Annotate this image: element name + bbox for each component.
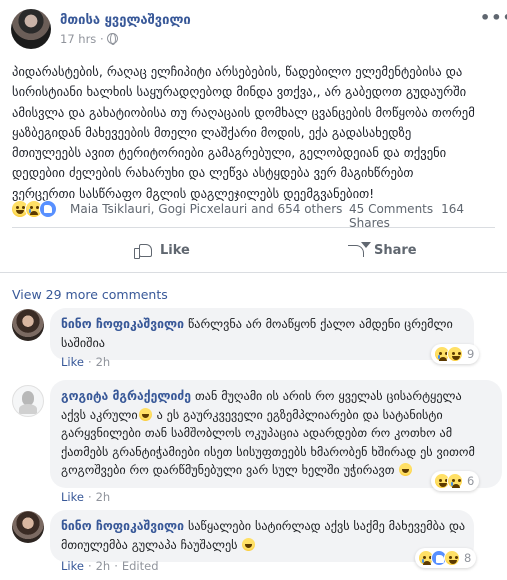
haha-icon [444,550,460,566]
commenter-avatar[interactable] [12,309,44,341]
comment-bubble: ნინო ჩოფიკაშვილი საწყალები სატირლად აქვს … [50,510,474,562]
commenter-avatar[interactable] [12,511,44,543]
share-arrow-icon [348,241,366,259]
comment-author[interactable]: გოგიტა მგრაქელიძე [61,389,191,403]
comment-like-link[interactable]: Like [61,490,84,504]
facebook-post: მთისა ყველაშვილი 17 hrs · ••• პიდარასტებ… [0,0,507,580]
comment-reactions[interactable]: 6 [431,471,480,491]
comment-reaction-count: 8 [464,551,472,565]
post-text: პიდარასტების, რაღაც ელჩიპიტი არსებების, … [12,62,500,204]
comment-bubble: ნინო ჩოფიკაშვილი წარლვნა არ მოაწყონ ქალო … [50,308,474,360]
comment-reaction-count: 6 [467,474,475,488]
comment-time[interactable]: 2h [96,559,111,573]
comment-like-link[interactable]: Like [61,355,84,369]
comment-text: ა ეს გაურკვეველი ეგზემპლიარები და სატანი… [156,407,443,422]
comment-text: საშიშია [61,335,105,350]
comment-author[interactable]: ნინო ჩოფიკაშვილი [61,519,184,533]
comment-edited[interactable]: Edited [122,559,159,573]
laughing-emoji-icon [399,463,413,476]
post-line: ყაზბეგიდან მახევეების მთელი ლაშქარი მოდი… [12,124,412,140]
comment-text: გოგოშვები რო დარწმუნებული ვარ სულ ხელში … [61,463,395,477]
comment-meta: Like · 2h · Edited [61,559,159,573]
comment-text: წარლვნა არ მოაწყონ ქალო ამდენი ცრემლი [187,317,453,331]
comment-text: აქვს აკრული [61,407,138,422]
like-button-label: Like [160,242,190,258]
post-line: მთიულეებს ავით ტერიტორიები გამაგრებული, … [12,145,447,161]
post-time-text[interactable]: 17 hrs · [60,32,104,46]
comment-meta: Like · 2h [61,490,111,504]
divider [12,227,495,228]
share-button[interactable]: Share [348,236,417,264]
post-line: ამისვლა და გახატიობისა თუ რაღაცაის დომხა… [12,104,475,120]
comment-like-link[interactable]: Like [61,559,84,573]
comments-count[interactable]: 45 Comments [349,202,433,216]
commenter-avatar[interactable] [12,385,44,417]
smiley-emoji-icon [242,537,256,551]
comment-text: თან მუღამი ის არის რო ყველას ცისარტყელა [195,389,462,403]
author-name[interactable]: მთისა ყველაშვილი [60,13,191,28]
engagement-counts: 45 Comments 164 Shares [349,202,507,230]
globe-icon [106,33,118,45]
like-reaction-icon [39,200,57,218]
post-line: პიდარასტების, რაღაც ელჩიპიტი არსებების, … [12,64,463,79]
comment-time[interactable]: 2h [96,355,111,369]
thumbs-up-icon [134,241,152,259]
author-avatar[interactable] [11,9,51,49]
comment-reaction-count: 9 [467,347,475,361]
post-line: სირისტიანი ხალხის საყურადღებოდ მინდა ვთქ… [12,84,467,100]
comment-reactions[interactable]: 8 [415,548,477,568]
laughing-emoji-icon [138,407,152,421]
comment-text: მთიულემბა გულაპა ჩაუშალეს [61,537,238,552]
comment-text: ქათმებს გრანტიჭამიები ისეთ სისუფთეებს ხმ… [61,444,475,459]
ellipsis-icon[interactable]: ••• [480,8,507,27]
reactors-names[interactable]: Maia Tsiklauri, Gogi Picxelauri and 654 … [70,202,342,216]
like-button[interactable]: Like [134,236,190,264]
comment-text: გარყვნილები თან სამშობლოს ოკუპაცია ადარდ… [61,426,453,440]
view-more-comments-link[interactable]: View 29 more comments [12,287,168,302]
comment-reactions[interactable]: 9 [431,344,480,364]
haha-icon [447,346,463,362]
divider [0,272,507,273]
comment-author[interactable]: ნინო ჩოფიკაშვილი [61,317,184,331]
post-line: დედებიი ძელების რახარუხი და ლეწვა ასტყდე… [12,165,414,181]
comment-text: საწყალები სატირლად აქვს საქმე მახევემბა … [187,519,466,533]
post-timestamp[interactable]: 17 hrs · [60,32,118,46]
comment-meta: Like · 2h [61,355,111,369]
comment-bubble: გოგიტა მგრაქელიძე თან მუღამი ის არის რო ყ… [50,380,502,488]
share-button-label: Share [374,242,417,258]
comment-time[interactable]: 2h [96,490,111,504]
sad-icon [447,473,463,489]
